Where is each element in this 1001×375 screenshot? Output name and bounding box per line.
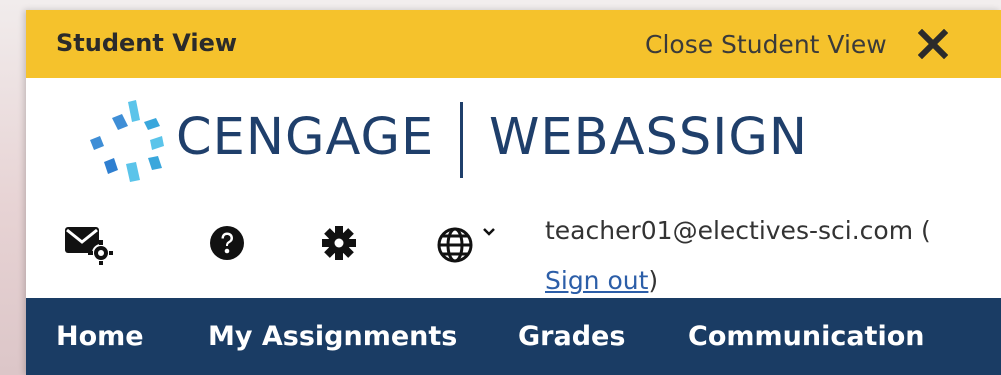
nav-item-my-assignments[interactable]: My Assignments — [208, 321, 457, 352]
gear-icon — [322, 226, 356, 260]
utility-toolbar — [60, 218, 510, 268]
cengage-logo-icon — [90, 100, 164, 182]
sign-out-link[interactable]: Sign out — [545, 266, 648, 295]
close-icon[interactable] — [915, 26, 951, 62]
main-nav: Home My Assignments Grades Communication — [26, 298, 1001, 375]
chevron-down-icon — [483, 228, 495, 236]
brand-webassign-text: WEBASSIGN — [489, 108, 808, 167]
nav-item-home[interactable]: Home — [56, 321, 144, 352]
student-view-bar: Student View Close Student View — [26, 10, 1001, 78]
account-info: teacher01@electives-sci.com ( Sign out) — [545, 206, 995, 306]
webassign-header-panel: Student View Close Student View CENGAGE … — [26, 10, 1001, 375]
mail-settings-icon — [65, 227, 113, 265]
help-icon — [210, 226, 244, 260]
nav-item-communication[interactable]: Communication — [688, 321, 925, 352]
brand-divider — [460, 102, 463, 178]
mail-settings-button[interactable] — [60, 218, 116, 268]
globe-icon — [437, 227, 473, 263]
close-student-view-button[interactable]: Close Student View — [645, 26, 951, 62]
student-view-title: Student View — [56, 29, 238, 57]
cengage-webassign-brand: CENGAGE WEBASSIGN — [84, 90, 884, 190]
help-button[interactable] — [202, 218, 252, 268]
close-paren: ) — [648, 266, 659, 295]
close-student-view-label: Close Student View — [645, 29, 887, 59]
nav-item-grades[interactable]: Grades — [518, 321, 625, 352]
language-selector[interactable] — [426, 218, 506, 268]
brand-cengage-text: CENGAGE — [176, 108, 435, 167]
account-email: teacher01@electives-sci.com ( — [545, 216, 931, 245]
settings-button[interactable] — [314, 218, 364, 268]
